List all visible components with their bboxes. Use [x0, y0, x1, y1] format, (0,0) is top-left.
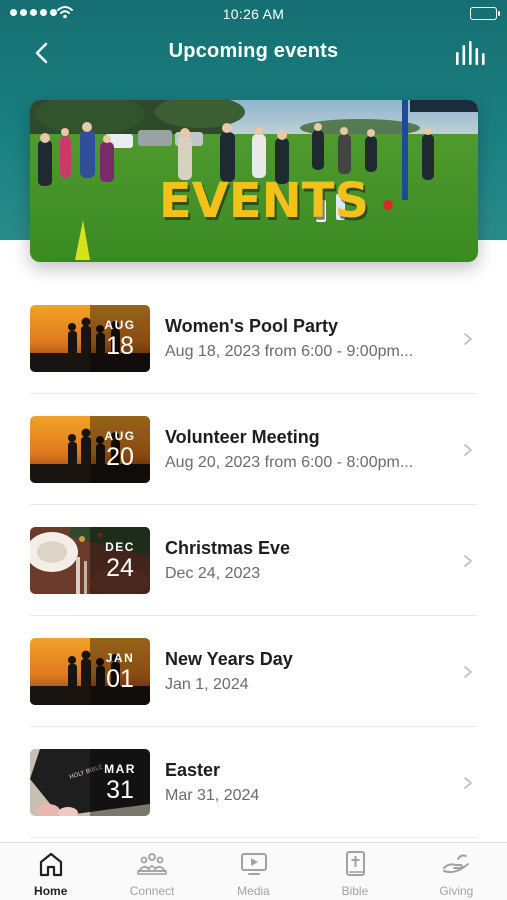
connect-icon: [137, 851, 167, 877]
event-subtitle: Jan 1, 2024: [165, 676, 249, 693]
event-subtitle: Mar 31, 2024: [165, 787, 260, 804]
tab-label: Giving: [439, 884, 474, 898]
chevron-right-icon: [464, 666, 472, 678]
event-date-day: 01: [106, 665, 134, 693]
audio-bars-icon[interactable]: [455, 40, 487, 66]
tab-label: Bible: [341, 884, 369, 898]
event-date-month: AUG: [104, 429, 136, 443]
tab-bar: Home Connect Media Bible Giving: [0, 842, 507, 900]
nav-bar: Upcoming events: [0, 30, 507, 76]
status-time: 10:26 AM: [222, 6, 285, 22]
status-bar: 10:26 AM: [0, 0, 507, 28]
event-date-badge: AUG 18: [90, 305, 150, 372]
event-date-badge: JAN 01: [90, 638, 150, 705]
tab-home[interactable]: Home: [0, 843, 101, 900]
tab-giving[interactable]: Giving: [406, 843, 507, 900]
event-thumbnail: JAN 01: [30, 638, 150, 705]
events-hero-image: EVENTS EVENTS: [30, 100, 478, 262]
tab-label: Home: [34, 884, 68, 898]
event-title: Christmas Eve: [165, 538, 291, 558]
event-thumbnail: AUG 18: [30, 305, 150, 372]
event-date-day: 18: [106, 332, 134, 360]
event-list: AUG 18 Women's Pool Party Aug 18, 2023 f…: [0, 283, 507, 838]
tab-bible[interactable]: Bible: [304, 843, 405, 900]
chevron-right-icon: [464, 555, 472, 567]
event-thumbnail: DEC 24: [30, 527, 150, 594]
event-date-badge: MAR 31: [90, 749, 150, 816]
event-subtitle: Aug 18, 2023 from 6:00 - 9:00pm...: [165, 343, 414, 360]
event-date-month: MAR: [104, 762, 136, 776]
event-title: New Years Day: [165, 649, 293, 669]
chevron-right-icon: [464, 444, 472, 456]
event-title: Women's Pool Party: [165, 316, 338, 336]
giving-icon: [441, 851, 471, 877]
tab-connect[interactable]: Connect: [101, 843, 202, 900]
battery-icon: [470, 7, 500, 20]
events-hero-banner[interactable]: EVENTS EVENTS: [30, 100, 478, 262]
event-list-item[interactable]: DEC 24 Christmas Eve Dec 24, 2023: [0, 505, 507, 616]
page-title: Upcoming events: [168, 40, 339, 62]
event-thumbnail: AUG 20: [30, 416, 150, 483]
event-list-item[interactable]: AUG 18 Women's Pool Party Aug 18, 2023 f…: [0, 283, 507, 394]
event-date-badge: DEC 24: [90, 527, 150, 594]
media-icon: [239, 851, 269, 877]
event-date-month: AUG: [104, 318, 136, 332]
tab-label: Connect: [129, 884, 175, 898]
bible-icon: [340, 851, 370, 877]
tab-label: Media: [237, 884, 270, 898]
tab-media[interactable]: Media: [203, 843, 304, 900]
event-subtitle: Dec 24, 2023: [165, 565, 261, 582]
event-subtitle: Aug 20, 2023 from 6:00 - 8:00pm...: [165, 454, 414, 471]
home-icon: [36, 851, 66, 877]
event-date-month: JAN: [105, 651, 135, 665]
event-date-month: DEC: [105, 540, 135, 554]
chevron-right-icon: [464, 333, 472, 345]
event-title: Easter: [165, 760, 221, 780]
event-list-item[interactable]: HOLY BIBLE MAR 31 Easter Mar 31, 2024: [0, 727, 507, 838]
event-list-item[interactable]: AUG 20 Volunteer Meeting Aug 20, 2023 fr…: [0, 394, 507, 505]
event-thumbnail: HOLY BIBLE MAR 31: [30, 749, 150, 816]
event-date-badge: AUG 20: [90, 416, 150, 483]
event-date-day: 20: [106, 443, 134, 471]
event-date-day: 31: [106, 776, 134, 804]
event-title: Volunteer Meeting: [165, 427, 320, 447]
event-list-item[interactable]: JAN 01 New Years Day Jan 1, 2024: [0, 616, 507, 727]
chevron-right-icon: [464, 777, 472, 789]
hero-banner-text: EVENTS: [159, 173, 369, 229]
event-date-day: 24: [106, 554, 134, 582]
